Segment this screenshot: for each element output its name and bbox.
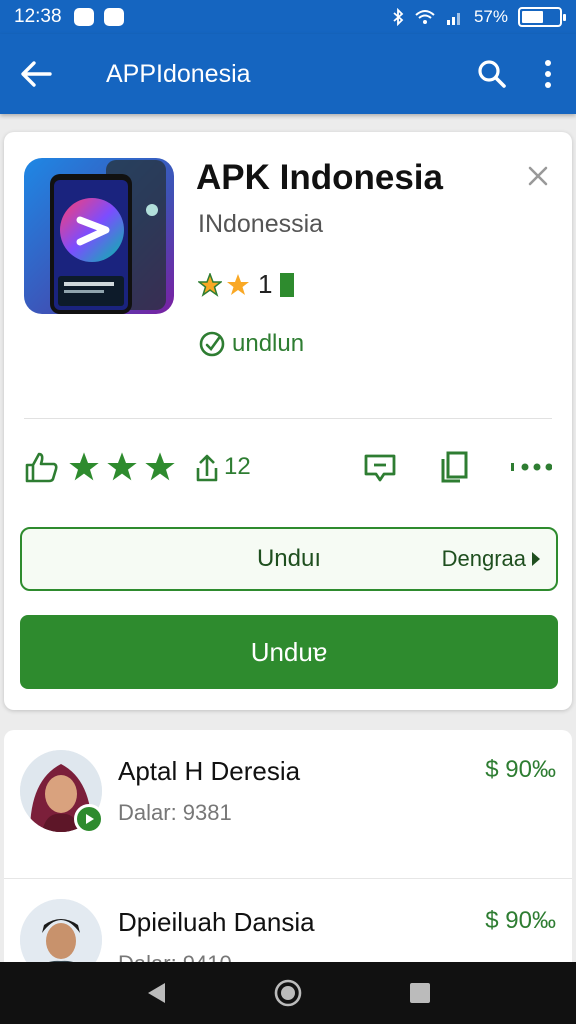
notification-icon <box>73 8 94 26</box>
feedback-icon <box>364 454 396 482</box>
verified-text: undlun <box>232 330 305 357</box>
list-item-price: $ 90‰ <box>485 907 556 934</box>
like-button[interactable] <box>24 451 60 483</box>
rating-bar <box>280 272 295 297</box>
more-horiz-icon <box>511 463 552 471</box>
list-item-meta: Dalar: 9381 <box>118 800 232 825</box>
search-icon <box>478 60 506 88</box>
list-item-price: $ 90‰ <box>485 756 556 783</box>
action-row: 12 <box>24 442 552 492</box>
share-count: 12 <box>224 453 251 480</box>
nav-recents-icon <box>410 983 430 1003</box>
share-button[interactable]: 12 <box>196 452 251 482</box>
publisher-name[interactable]: INdonessia <box>198 210 323 239</box>
divider <box>24 418 552 419</box>
nav-back-button[interactable] <box>131 968 181 1018</box>
thumb-up-icon <box>25 452 58 483</box>
more-vert-icon <box>545 60 551 88</box>
rating-value: 1 <box>258 269 273 299</box>
related-list: Aptal H Deresia Dalar: 9381 $ 90‰ Dpieil… <box>4 730 572 970</box>
search-button[interactable] <box>464 34 520 114</box>
app-name: APK Indonesia <box>196 158 443 197</box>
status-time: 12:38 <box>14 6 62 27</box>
status-indicators: 57% <box>392 7 566 27</box>
dismiss-button[interactable] <box>522 160 554 192</box>
download-button[interactable]: Unduɐ <box>20 615 558 689</box>
app-bar: APPIdonesia <box>0 34 576 114</box>
more-actions-button[interactable] <box>510 461 552 473</box>
notification-icon <box>103 8 124 26</box>
copy-icon <box>441 451 468 483</box>
nav-back-icon <box>148 983 165 1003</box>
feedback-button[interactable] <box>362 450 398 484</box>
play-badge-icon <box>74 804 104 834</box>
list-item[interactable]: Aptal H Deresia Dalar: 9381 $ 90‰ <box>4 730 572 878</box>
sub-label-text: Dengraa <box>441 546 526 571</box>
rating-row: 1 <box>198 269 295 300</box>
check-circle-icon <box>199 331 225 357</box>
app-detail-card: APK Indonesia INdonessia 1 undlun 12 Und… <box>4 132 572 710</box>
signal-icon <box>446 13 460 25</box>
star-icon <box>198 272 222 297</box>
nav-home-button[interactable] <box>263 968 313 1018</box>
verified-label: undlun <box>198 330 304 358</box>
nav-home-icon <box>274 979 302 1007</box>
share-icon <box>196 454 218 482</box>
review-stars[interactable] <box>68 451 176 483</box>
status-bar: 12:38 57% <box>0 0 576 34</box>
battery-fill <box>522 11 543 23</box>
battery-icon <box>518 7 566 27</box>
star-icon <box>69 452 99 481</box>
list-item[interactable]: Dpieiluah Dansia Dalar: 9410 $ 90‰ <box>4 878 572 970</box>
list-item-name: Aptal H Deresia <box>118 756 301 786</box>
copy-button[interactable] <box>438 450 470 484</box>
system-nav-bar <box>0 962 576 1024</box>
app-icon[interactable] <box>24 158 174 314</box>
battery-percent: 57% <box>473 7 508 26</box>
list-item-name: Dpieiluah Dansia <box>118 907 315 937</box>
avatar <box>20 899 102 970</box>
download-button-label: Unduɐ <box>250 636 328 667</box>
secondary-button-sublabel: Dengraa <box>442 546 542 572</box>
bluetooth-icon <box>393 8 404 26</box>
star-icon <box>107 452 137 481</box>
secondary-download-button[interactable]: Unduı Dengraa <box>20 527 558 591</box>
more-options-button[interactable] <box>520 34 576 114</box>
nav-recents-button[interactable] <box>395 968 445 1018</box>
app-bar-title: APPIdonesia <box>106 59 251 88</box>
app-logo-image <box>24 158 174 314</box>
close-icon <box>528 166 548 186</box>
avatar-image <box>20 899 102 970</box>
back-button[interactable] <box>0 34 72 114</box>
wifi-icon <box>415 10 435 24</box>
star-icon <box>227 273 249 295</box>
back-arrow-icon <box>21 61 52 87</box>
chevron-right-icon <box>532 552 540 566</box>
star-icon <box>145 452 175 481</box>
